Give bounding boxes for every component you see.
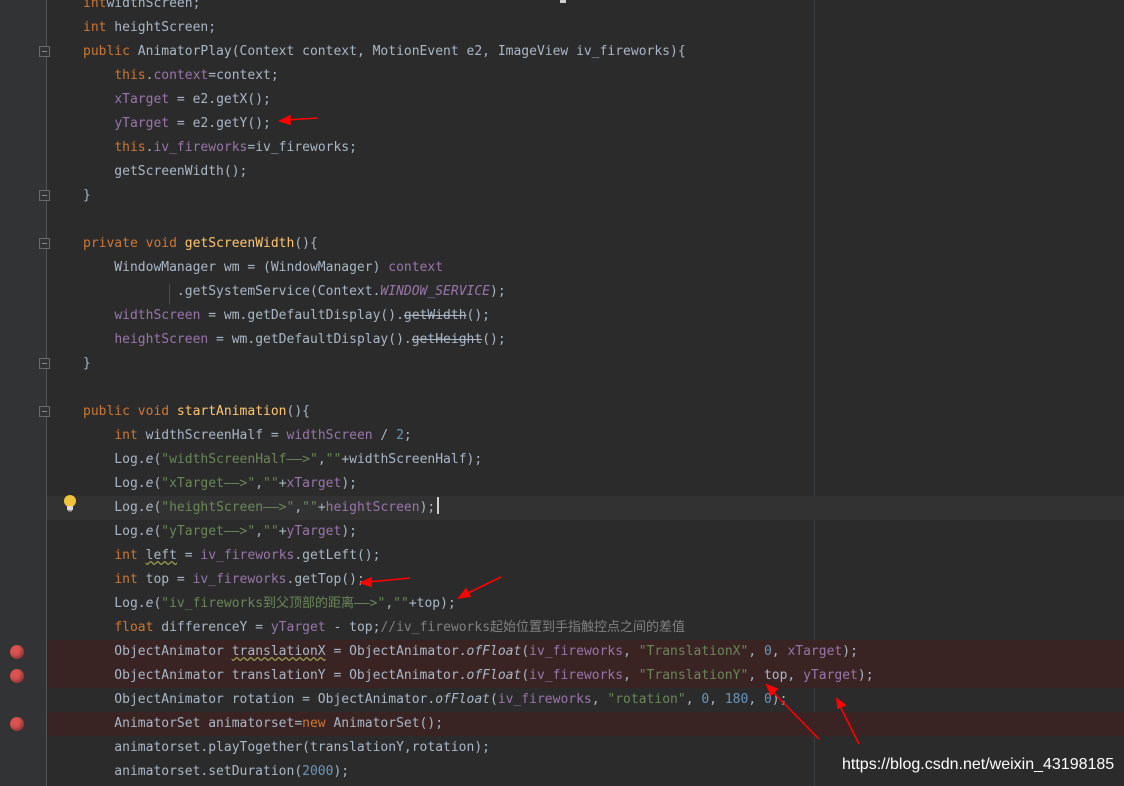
- red-arrow-annotation: [358, 576, 411, 588]
- red-arrow-annotation: [277, 114, 319, 126]
- annotation-arrows: [277, 114, 860, 745]
- red-arrow-annotation: [836, 697, 860, 745]
- watermark-url: https://blog.csdn.net/weixin_43198185: [842, 756, 1115, 773]
- red-arrow-annotation: [457, 576, 502, 600]
- red-arrow-annotation: [765, 683, 820, 740]
